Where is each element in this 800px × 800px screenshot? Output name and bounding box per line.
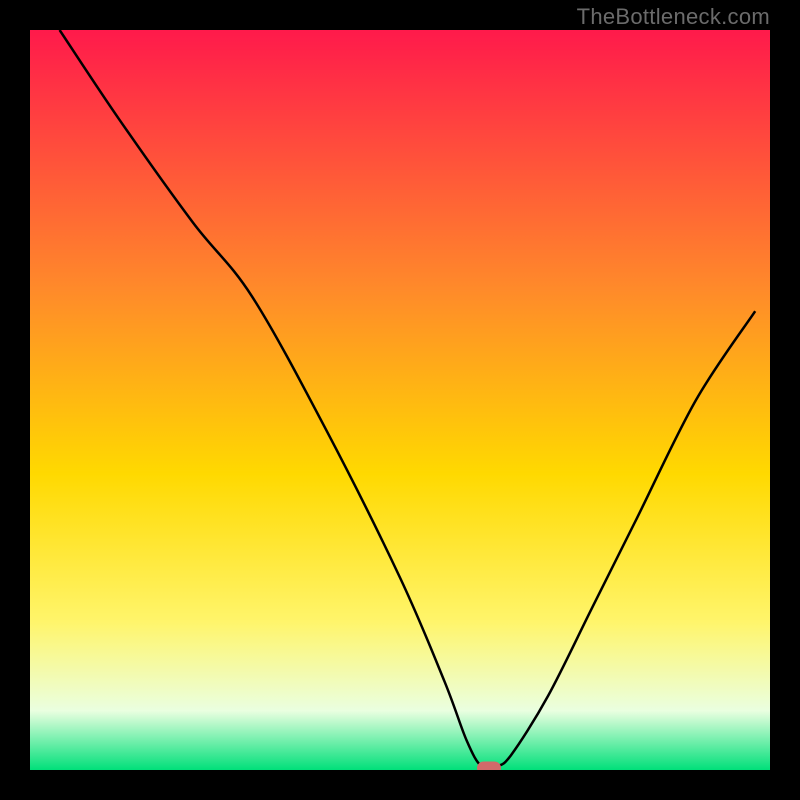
optimal-marker <box>477 761 501 770</box>
bottleneck-curve <box>30 30 770 770</box>
plot-area <box>30 30 770 770</box>
watermark-label: TheBottleneck.com <box>577 4 770 30</box>
chart-frame: TheBottleneck.com <box>0 0 800 800</box>
